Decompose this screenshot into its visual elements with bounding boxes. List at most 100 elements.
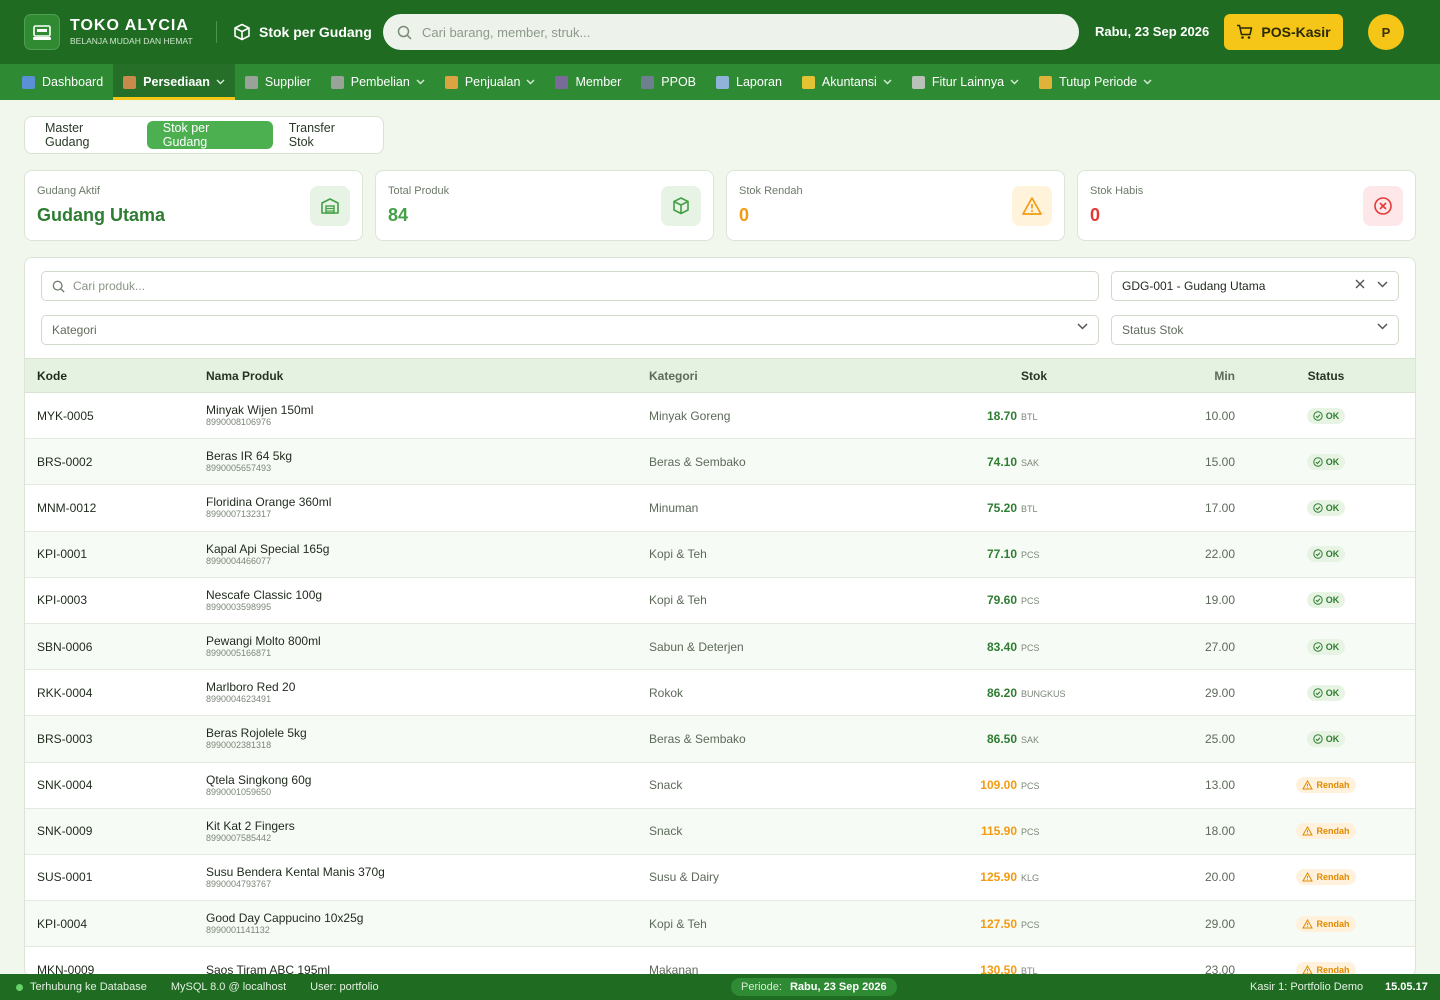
stat-value: 84 [388,205,409,225]
nav-item-penjualan[interactable]: Penjualan [435,64,546,100]
global-search[interactable] [383,14,1079,50]
check-circle-icon [1313,503,1323,513]
status-badge: OK [1306,684,1346,701]
nav-item-ppob[interactable]: PPOB [631,64,706,100]
table-row[interactable]: BRS-0002 Beras IR 64 5kg 8990005657493 Bera… [25,438,1415,485]
product-search[interactable]: Cari produk... [41,271,1099,301]
chevron-down-icon [1377,323,1388,330]
cell-min: 29.00 [1204,685,1235,700]
product-name: Kapal Api Special 165g [206,541,330,556]
product-barcode: 8990007132317 [206,509,272,520]
status-bar: Terhubung ke Database MySQL 8.0 @ localh… [0,974,1440,1000]
stock-unit: KLG [1021,873,1040,884]
header-status[interactable]: Status [1235,358,1415,393]
table-row[interactable]: SNK-0009 Kit Kat 2 Fingers 8990007585442 Sn… [25,808,1415,855]
status-badge: Rendah [1296,915,1356,932]
cell-status: OK [1235,716,1415,762]
header-min[interactable]: Min [1069,358,1235,393]
cell-kategori: Makanan [649,962,699,977]
clear-icon[interactable] [1355,279,1365,289]
cell-kode: SBN-0006 [37,639,93,654]
cell-nama: Pewangi Molto 800ml 8990005166871 [206,623,649,669]
stock-panel: Cari produk... GDG-001 - Gudang Utama Ka… [24,257,1416,977]
cell-nama: Beras IR 64 5kg 8990005657493 [206,439,649,485]
table-row[interactable]: BRS-0003 Beras Rojolele 5kg 8990002381318 B… [25,715,1415,762]
cell-status: OK [1235,393,1415,439]
nav-item-tutup-periode[interactable]: Tutup Periode [1029,64,1162,100]
cell-kategori: Snack [649,824,683,839]
product-barcode: 8990003598995 [206,601,272,612]
table-row[interactable]: SNK-0004 Qtela Singkong 60g 8990001059650 S… [25,762,1415,809]
status-stok-select[interactable]: Status Stok [1111,315,1399,345]
header-kategori[interactable]: Kategori [649,358,929,393]
x-circle-icon [1363,186,1403,226]
product-name: Beras Rojolele 5kg [206,726,307,741]
table-row[interactable]: KPI-0003 Nescafe Classic 100g 899000359899… [25,577,1415,624]
cell-kode: KPI-0003 [37,593,88,608]
kategori-select[interactable]: Kategori [41,315,1099,345]
cell-min: 10.00 [1204,408,1235,423]
status-label: OK [1325,641,1340,652]
nav-item-persediaan[interactable]: Persediaan [113,64,235,100]
cell-nama: Marlboro Red 20 8990004623491 [206,670,649,716]
nav-item-laporan[interactable]: Laporan [706,64,792,100]
status-label: OK [1325,502,1340,513]
user-avatar[interactable]: P [1368,14,1404,50]
search-icon [397,25,412,40]
cell-stok: 109.00 PCS [929,762,1069,808]
table-row[interactable]: MYK-0005 Minyak Wijen 150ml 8990008106976 M… [25,393,1415,439]
gudang-select[interactable]: GDG-001 - Gudang Utama [1111,271,1399,301]
table-row[interactable]: KPI-0004 Good Day Cappucino 10x25g 8990001… [25,900,1415,947]
stock-value: 86.50 [986,731,1017,746]
product-name: Floridina Orange 360ml [206,495,332,510]
connection-status: Terhubung ke Database [30,981,147,993]
page-context: Stok per Gudang [233,23,383,41]
nav-item-label: Fitur Lainnya [931,75,1005,89]
cell-status: Rendah [1235,901,1415,947]
stock-value: 125.90 [980,870,1017,885]
nav-item-pembelian[interactable]: Pembelian [321,64,435,100]
chevron-down-icon [883,77,892,87]
check-circle-icon [1313,641,1323,652]
nav-item-supplier[interactable]: Supplier [235,64,321,100]
brand[interactable]: TOKO ALYCIA BELANJA MUDAH DAN HEMAT [24,14,214,50]
stat-card-stok-rendah: Stok Rendah 0 [726,170,1065,241]
status-badge: OK [1306,407,1346,424]
nav-item-akuntansi[interactable]: Akuntansi [792,64,902,100]
nav-item-member[interactable]: Member [545,64,631,100]
status-label: OK [1325,410,1340,421]
table-row[interactable]: MNM-0012 Floridina Orange 360ml 8990007132… [25,485,1415,532]
cell-kategori: Kopi & Teh [649,593,707,608]
stat-label: Gudang Aktif [37,185,100,197]
pos-kasir-button[interactable]: POS-Kasir [1224,14,1343,50]
page-context-label: Stok per Gudang [259,24,372,40]
nav-item-dashboard[interactable]: Dashboard [12,64,113,100]
product-barcode: 8990005166871 [206,648,272,659]
product-name: Beras IR 64 5kg [206,449,293,464]
cell-nama: Beras Rojolele 5kg 8990002381318 [206,716,649,762]
table-row[interactable]: KPI-0001 Kapal Api Special 165g 8990004466… [25,531,1415,578]
cell-kode: BRS-0002 [37,454,93,469]
status-stok-placeholder: Status Stok [1122,323,1184,337]
chevron-down-icon [216,77,225,87]
table-row[interactable]: SBN-0006 Pewangi Molto 800ml 8990005166871… [25,623,1415,670]
table-row[interactable]: MKN-0009 Saos Tiram ABC 195ml Makanan 130.5… [25,947,1415,977]
table-row[interactable]: RKK-0004 Marlboro Red 20 8990004623491 Roko… [25,670,1415,716]
header-nama[interactable]: Nama Produk [206,358,649,393]
header-divider [216,21,217,43]
tab-transfer-stok[interactable]: Transfer Stok [273,121,379,149]
tab-master-gudang[interactable]: Master Gudang [29,121,147,149]
warehouse-icon [310,186,350,226]
cell-stok: 115.90 PCS [929,808,1069,854]
global-search-input[interactable] [422,24,1022,40]
nav-item-fitur-lainnya[interactable]: Fitur Lainnya [902,64,1029,100]
stock-value: 83.40 [986,639,1017,654]
header-kode[interactable]: Kode [25,358,206,393]
cell-status: OK [1235,577,1415,623]
table-row[interactable]: SUS-0001 Susu Bendera Kental Manis 370g 89… [25,854,1415,901]
header-stok[interactable]: Stok [929,358,1069,393]
chevron-down-icon [1077,323,1088,330]
stat-value: Gudang Utama [37,205,166,225]
tab-stok-per-gudang[interactable]: Stok per Gudang [146,121,273,149]
kasir-info: Kasir 1: Portfolio Demo [1250,981,1364,993]
